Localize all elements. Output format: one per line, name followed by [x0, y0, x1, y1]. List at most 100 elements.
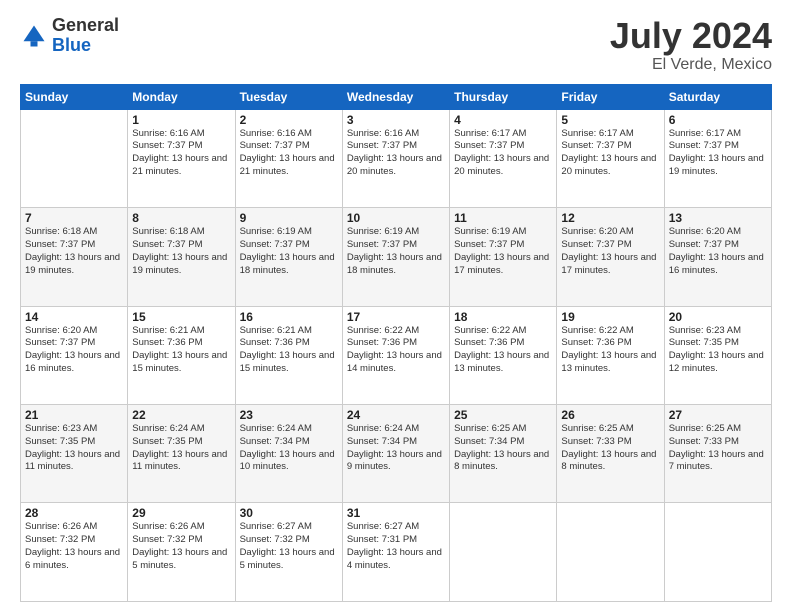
- logo: General Blue: [20, 16, 119, 56]
- day-number: 20: [669, 310, 767, 324]
- day-number: 8: [132, 211, 230, 225]
- calendar-cell: 9Sunrise: 6:19 AM Sunset: 7:37 PM Daylig…: [235, 208, 342, 306]
- title-month-year: July 2024: [610, 16, 772, 56]
- day-info: Sunrise: 6:27 AM Sunset: 7:32 PM Dayligh…: [240, 521, 338, 572]
- day-info: Sunrise: 6:25 AM Sunset: 7:34 PM Dayligh…: [454, 423, 552, 474]
- day-info: Sunrise: 6:22 AM Sunset: 7:36 PM Dayligh…: [454, 325, 552, 376]
- day-number: 16: [240, 310, 338, 324]
- day-number: 12: [561, 211, 659, 225]
- day-number: 9: [240, 211, 338, 225]
- calendar-cell: 8Sunrise: 6:18 AM Sunset: 7:37 PM Daylig…: [128, 208, 235, 306]
- day-number: 4: [454, 113, 552, 127]
- day-info: Sunrise: 6:20 AM Sunset: 7:37 PM Dayligh…: [561, 226, 659, 277]
- calendar-cell: [450, 503, 557, 602]
- calendar-cell: 12Sunrise: 6:20 AM Sunset: 7:37 PM Dayli…: [557, 208, 664, 306]
- day-info: Sunrise: 6:17 AM Sunset: 7:37 PM Dayligh…: [669, 128, 767, 179]
- calendar-cell: [557, 503, 664, 602]
- day-number: 10: [347, 211, 445, 225]
- weekday-header: Wednesday: [342, 84, 449, 109]
- day-info: Sunrise: 6:16 AM Sunset: 7:37 PM Dayligh…: [132, 128, 230, 179]
- calendar-cell: 22Sunrise: 6:24 AM Sunset: 7:35 PM Dayli…: [128, 405, 235, 503]
- calendar-cell: 2Sunrise: 6:16 AM Sunset: 7:37 PM Daylig…: [235, 109, 342, 207]
- weekday-header: Sunday: [21, 84, 128, 109]
- calendar-cell: 15Sunrise: 6:21 AM Sunset: 7:36 PM Dayli…: [128, 306, 235, 404]
- day-number: 27: [669, 408, 767, 422]
- calendar-cell: 26Sunrise: 6:25 AM Sunset: 7:33 PM Dayli…: [557, 405, 664, 503]
- day-info: Sunrise: 6:18 AM Sunset: 7:37 PM Dayligh…: [132, 226, 230, 277]
- calendar-cell: 19Sunrise: 6:22 AM Sunset: 7:36 PM Dayli…: [557, 306, 664, 404]
- calendar-cell: 10Sunrise: 6:19 AM Sunset: 7:37 PM Dayli…: [342, 208, 449, 306]
- logo-icon: [20, 22, 48, 50]
- header: General Blue July 2024 El Verde, Mexico: [20, 16, 772, 74]
- calendar-cell: 29Sunrise: 6:26 AM Sunset: 7:32 PM Dayli…: [128, 503, 235, 602]
- day-info: Sunrise: 6:23 AM Sunset: 7:35 PM Dayligh…: [669, 325, 767, 376]
- day-number: 26: [561, 408, 659, 422]
- day-number: 15: [132, 310, 230, 324]
- day-number: 24: [347, 408, 445, 422]
- day-number: 6: [669, 113, 767, 127]
- title-block: July 2024 El Verde, Mexico: [610, 16, 772, 74]
- day-number: 1: [132, 113, 230, 127]
- day-number: 22: [132, 408, 230, 422]
- day-number: 25: [454, 408, 552, 422]
- day-info: Sunrise: 6:27 AM Sunset: 7:31 PM Dayligh…: [347, 521, 445, 572]
- logo-text: General Blue: [52, 16, 119, 56]
- day-info: Sunrise: 6:26 AM Sunset: 7:32 PM Dayligh…: [132, 521, 230, 572]
- calendar-cell: 16Sunrise: 6:21 AM Sunset: 7:36 PM Dayli…: [235, 306, 342, 404]
- day-info: Sunrise: 6:19 AM Sunset: 7:37 PM Dayligh…: [240, 226, 338, 277]
- calendar-cell: 23Sunrise: 6:24 AM Sunset: 7:34 PM Dayli…: [235, 405, 342, 503]
- calendar-cell: 3Sunrise: 6:16 AM Sunset: 7:37 PM Daylig…: [342, 109, 449, 207]
- day-info: Sunrise: 6:18 AM Sunset: 7:37 PM Dayligh…: [25, 226, 123, 277]
- weekday-header: Monday: [128, 84, 235, 109]
- day-number: 2: [240, 113, 338, 127]
- calendar-week-row: 28Sunrise: 6:26 AM Sunset: 7:32 PM Dayli…: [21, 503, 772, 602]
- title-location: El Verde, Mexico: [610, 56, 772, 74]
- day-number: 13: [669, 211, 767, 225]
- day-info: Sunrise: 6:20 AM Sunset: 7:37 PM Dayligh…: [25, 325, 123, 376]
- calendar-cell: 25Sunrise: 6:25 AM Sunset: 7:34 PM Dayli…: [450, 405, 557, 503]
- calendar-cell: 4Sunrise: 6:17 AM Sunset: 7:37 PM Daylig…: [450, 109, 557, 207]
- weekday-header: Saturday: [664, 84, 771, 109]
- logo-general: General: [52, 16, 119, 36]
- calendar-cell: 17Sunrise: 6:22 AM Sunset: 7:36 PM Dayli…: [342, 306, 449, 404]
- calendar-cell: 20Sunrise: 6:23 AM Sunset: 7:35 PM Dayli…: [664, 306, 771, 404]
- calendar-cell: 11Sunrise: 6:19 AM Sunset: 7:37 PM Dayli…: [450, 208, 557, 306]
- day-number: 30: [240, 506, 338, 520]
- calendar-cell: 31Sunrise: 6:27 AM Sunset: 7:31 PM Dayli…: [342, 503, 449, 602]
- weekday-header: Tuesday: [235, 84, 342, 109]
- day-info: Sunrise: 6:24 AM Sunset: 7:34 PM Dayligh…: [240, 423, 338, 474]
- day-info: Sunrise: 6:23 AM Sunset: 7:35 PM Dayligh…: [25, 423, 123, 474]
- calendar-cell: [21, 109, 128, 207]
- weekday-header: Friday: [557, 84, 664, 109]
- calendar-cell: 21Sunrise: 6:23 AM Sunset: 7:35 PM Dayli…: [21, 405, 128, 503]
- day-info: Sunrise: 6:16 AM Sunset: 7:37 PM Dayligh…: [240, 128, 338, 179]
- day-number: 5: [561, 113, 659, 127]
- calendar-cell: 14Sunrise: 6:20 AM Sunset: 7:37 PM Dayli…: [21, 306, 128, 404]
- day-info: Sunrise: 6:19 AM Sunset: 7:37 PM Dayligh…: [347, 226, 445, 277]
- day-number: 31: [347, 506, 445, 520]
- calendar-cell: 1Sunrise: 6:16 AM Sunset: 7:37 PM Daylig…: [128, 109, 235, 207]
- day-number: 18: [454, 310, 552, 324]
- day-number: 19: [561, 310, 659, 324]
- calendar-week-row: 7Sunrise: 6:18 AM Sunset: 7:37 PM Daylig…: [21, 208, 772, 306]
- day-info: Sunrise: 6:25 AM Sunset: 7:33 PM Dayligh…: [669, 423, 767, 474]
- calendar-cell: 27Sunrise: 6:25 AM Sunset: 7:33 PM Dayli…: [664, 405, 771, 503]
- calendar-cell: 28Sunrise: 6:26 AM Sunset: 7:32 PM Dayli…: [21, 503, 128, 602]
- day-number: 11: [454, 211, 552, 225]
- day-number: 29: [132, 506, 230, 520]
- day-info: Sunrise: 6:17 AM Sunset: 7:37 PM Dayligh…: [561, 128, 659, 179]
- logo-blue: Blue: [52, 36, 119, 56]
- page: General Blue July 2024 El Verde, Mexico …: [0, 0, 792, 612]
- day-number: 14: [25, 310, 123, 324]
- calendar-cell: 5Sunrise: 6:17 AM Sunset: 7:37 PM Daylig…: [557, 109, 664, 207]
- calendar-header-row: SundayMondayTuesdayWednesdayThursdayFrid…: [21, 84, 772, 109]
- day-info: Sunrise: 6:16 AM Sunset: 7:37 PM Dayligh…: [347, 128, 445, 179]
- day-info: Sunrise: 6:19 AM Sunset: 7:37 PM Dayligh…: [454, 226, 552, 277]
- calendar-cell: 24Sunrise: 6:24 AM Sunset: 7:34 PM Dayli…: [342, 405, 449, 503]
- day-number: 3: [347, 113, 445, 127]
- calendar-cell: [664, 503, 771, 602]
- day-info: Sunrise: 6:26 AM Sunset: 7:32 PM Dayligh…: [25, 521, 123, 572]
- weekday-header: Thursday: [450, 84, 557, 109]
- calendar-table: SundayMondayTuesdayWednesdayThursdayFrid…: [20, 84, 772, 602]
- day-info: Sunrise: 6:21 AM Sunset: 7:36 PM Dayligh…: [240, 325, 338, 376]
